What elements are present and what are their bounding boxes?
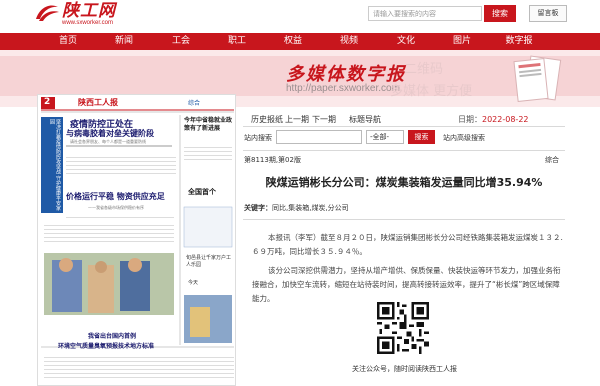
banner-url: http://paper.sxworker.com — [286, 83, 400, 94]
site-header: 陕工网 www.sxworker.com 请输入要搜索的内容 搜索 留言板 — [0, 0, 600, 33]
site-search-field[interactable] — [276, 130, 362, 144]
nav-item-home[interactable]: 首页 — [46, 33, 90, 50]
paper-left-bar-text: 坚决打赢疫情防控攻坚战 守护健康平安家园 — [49, 119, 61, 211]
nav-item-news[interactable]: 新闻 — [102, 33, 146, 50]
paper-right-headline: 今年中省稳就业政策有了新进展 — [184, 117, 233, 132]
paper-right-text: 旬邑县让千家万户工人乐园 — [186, 255, 232, 268]
nav-item-video[interactable]: 视频 — [327, 33, 371, 50]
keywords-value: 同比,集装箱,煤炭,分公司 — [272, 204, 349, 212]
article-title: 陕煤运销彬长分公司：煤炭集装箱发运量同比增35.94% — [265, 176, 543, 189]
article-paragraph: 本报讯（李军）截至８月２０日，陕煤运销集团彬长分公司经铁路集装箱发运煤炭１３２.… — [252, 233, 563, 256]
issue-date-label: 日期： — [458, 115, 482, 124]
logo-mark-icon — [36, 5, 59, 21]
paper-right-small: 今天 — [188, 280, 199, 286]
page-section: 综合 — [545, 156, 559, 164]
nav-item-rights[interactable]: 权益 — [271, 33, 315, 50]
divider — [243, 126, 565, 127]
site-search-label: 站内搜索 — [244, 134, 272, 142]
site-search-scope-select[interactable]: -全部- — [366, 130, 404, 144]
nav-item-culture[interactable]: 文化 — [384, 33, 428, 50]
paper-subhead-1: 请社会各界朋友、每个人都是一道重要防线 — [70, 139, 146, 144]
paper-right-headline-2: 全国首个 — [188, 188, 216, 196]
article-paragraph: 该分公司深挖供需潜力，坚持从增产增供、保质保量、快装快运等环节发力，加强业务衔接… — [252, 266, 561, 303]
site-search-input[interactable]: 请输入要搜索的内容 — [368, 6, 482, 21]
tab-next-issue[interactable]: 下一期 — [312, 114, 336, 125]
nav-item-pictures[interactable]: 图片 — [440, 33, 484, 50]
nav-item-union[interactable]: 工会 — [159, 33, 203, 50]
paper-bottom-headline-2: 环境空气质量臭氧预报技术地方标准 — [58, 343, 155, 350]
nav-item-workers[interactable]: 职工 — [215, 33, 259, 50]
issue-edition: 第8113期,第02版 — [244, 156, 301, 164]
message-board-button[interactable]: 留言板 — [529, 5, 567, 22]
logo-url: www.sxworker.com — [62, 20, 114, 26]
tab-history[interactable]: 历史报纸 — [251, 114, 283, 125]
issue-date-value: 2022-08-22 — [482, 115, 529, 124]
paper-bottom-headline-1: 我省出台国内首例 — [88, 333, 137, 340]
qr-caption: 关注公众号，随时阅读陕西工人报 — [352, 365, 457, 373]
paper-subhead-3: ——我省各级市场保供稳价有序 — [88, 205, 144, 210]
paper-section: 综合 — [188, 100, 201, 107]
nav-item-epaper[interactable]: 数字报 — [497, 33, 541, 50]
tab-title-nav[interactable]: 标题导航 — [349, 114, 381, 125]
tab-previous-issue[interactable]: 上一期 — [285, 114, 309, 125]
qr-code-icon — [377, 302, 429, 354]
banner-newspaper-stack-icon — [513, 55, 562, 102]
article-keywords: 关键字：同比,集装箱,煤炭,分公司 — [244, 203, 349, 213]
paper-headline-2: 与病毒胶着对垒关键阶段 — [66, 129, 154, 138]
site-search-button[interactable]: 搜索 — [484, 5, 516, 22]
issue-date: 日期：2022-08-22 — [458, 114, 529, 125]
paper-headline-3: 价格运行平稳 物资供应充足 — [66, 192, 165, 201]
paper-masthead: 陕西工人报 — [78, 97, 118, 107]
paper-page-number: 2 — [44, 97, 51, 107]
banner-ghost-text-2: 多媒体 更方便 — [390, 84, 473, 99]
main-nav: 首页 新闻 工会 职工 权益 视频 文化 图片 数字报 — [0, 33, 600, 50]
site-search-submit-button[interactable]: 搜索 — [408, 130, 435, 144]
keywords-label: 关键字： — [244, 204, 272, 212]
divider — [243, 219, 565, 220]
logo-text: 陕工网 — [62, 1, 116, 21]
banner-ghost-text: 二维码 — [404, 62, 444, 77]
newspaper-page-image[interactable]: 2 陕西工人报 综合 坚决打赢疫情防控攻坚战 守护健康平安家园 疫情防控正处在 … — [37, 94, 236, 386]
divider — [243, 150, 565, 151]
advanced-search-link[interactable]: 站内高级搜索 — [443, 133, 485, 143]
